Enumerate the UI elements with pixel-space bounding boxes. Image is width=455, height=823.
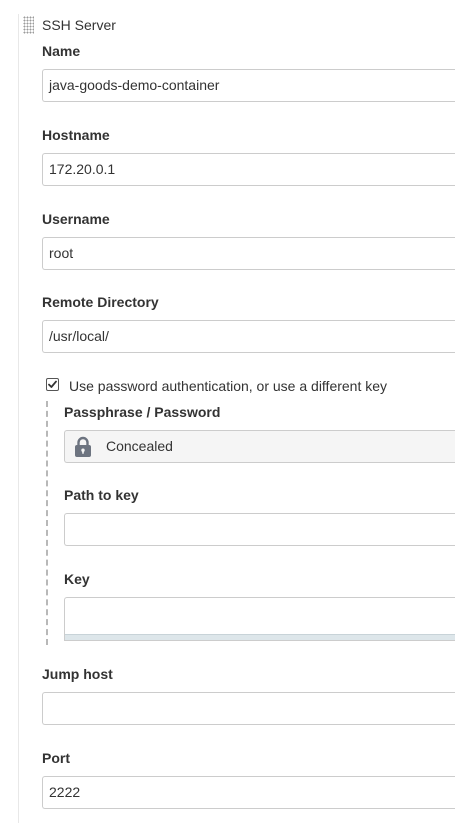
ssh-server-config-panel: SSH Server Name java-goods-demo-containe… <box>0 0 455 823</box>
port-input[interactable]: 2222 <box>42 776 455 809</box>
key-label: Key <box>64 571 90 587</box>
passphrase-label: Passphrase / Password <box>64 404 221 420</box>
path-to-key-input[interactable] <box>64 513 455 546</box>
jump-host-input[interactable] <box>42 692 455 725</box>
key-textarea[interactable] <box>64 597 455 641</box>
section-title: SSH Server <box>42 17 116 33</box>
name-label: Name <box>42 43 81 59</box>
passphrase-concealed-field[interactable]: Concealed <box>64 430 455 463</box>
drag-handle-icon[interactable] <box>23 16 34 34</box>
passphrase-concealed-text: Concealed <box>106 438 173 454</box>
name-input[interactable]: java-goods-demo-container <box>42 69 455 102</box>
lock-icon <box>75 436 91 457</box>
section-border <box>18 14 19 823</box>
hostname-label: Hostname <box>42 127 110 143</box>
use-password-auth-label[interactable]: Use password authentication, or use a di… <box>69 378 387 394</box>
username-input[interactable]: root <box>42 237 455 270</box>
checkmark-icon <box>48 380 57 388</box>
remote-directory-input[interactable]: /usr/local/ <box>42 320 455 353</box>
path-to-key-label: Path to key <box>64 487 139 503</box>
key-textarea-resize-handle[interactable] <box>65 634 455 640</box>
use-password-auth-checkbox[interactable] <box>46 378 59 391</box>
remote-directory-label: Remote Directory <box>42 294 159 310</box>
hostname-input[interactable]: 172.20.0.1 <box>42 153 455 186</box>
port-label: Port <box>42 750 70 766</box>
jump-host-label: Jump host <box>42 666 113 682</box>
nested-options-guide <box>46 401 48 645</box>
username-label: Username <box>42 211 110 227</box>
